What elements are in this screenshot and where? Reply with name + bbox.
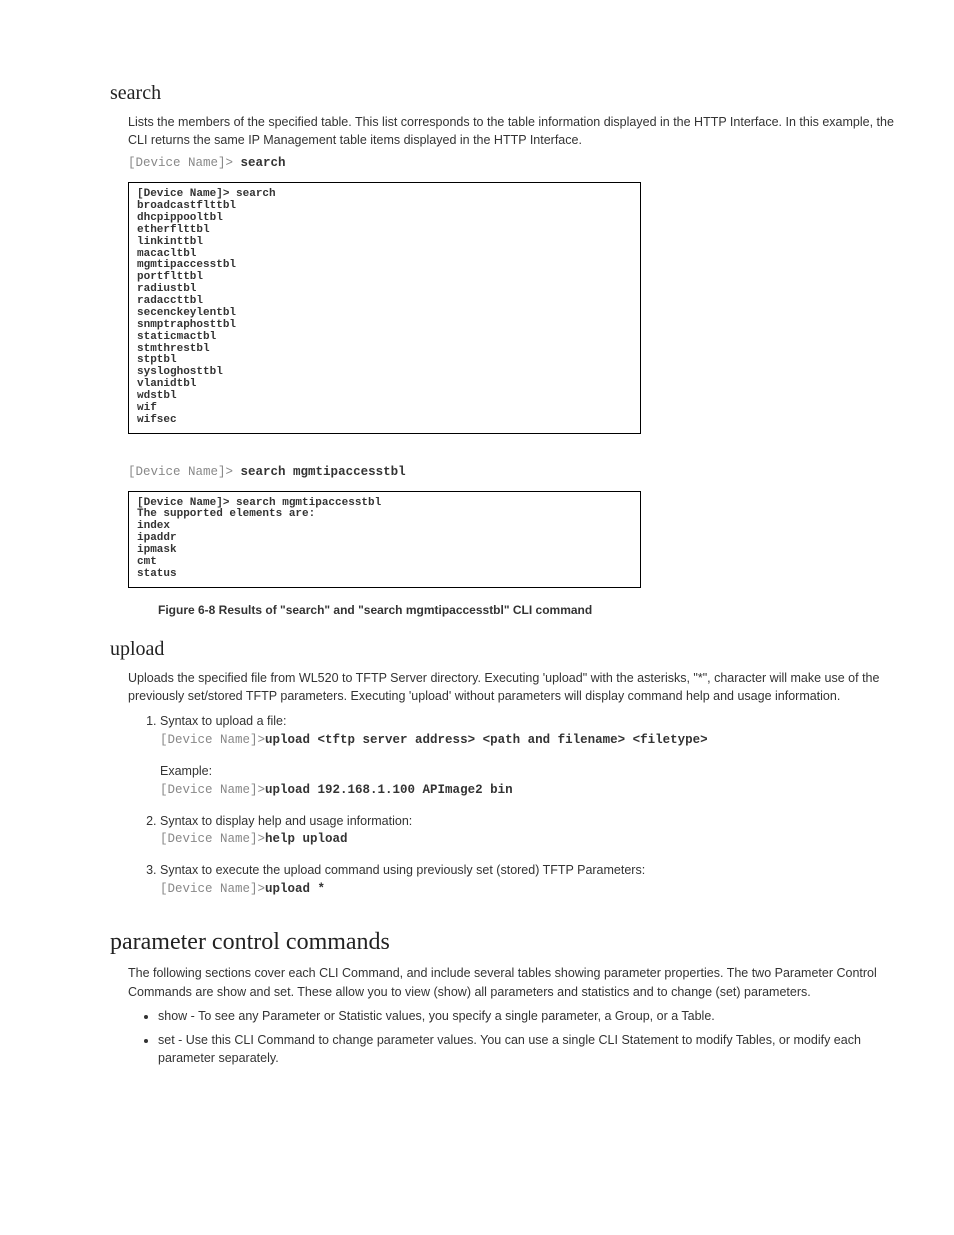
command: upload 192.168.1.100 APImage2 bin (265, 783, 513, 797)
item-label: Syntax to upload a file: (160, 714, 286, 728)
prompt: [Device Name]> (160, 882, 265, 896)
search-cmd1: [Device Name]> search (128, 155, 894, 172)
upload-item-3: Syntax to execute the upload command usi… (160, 862, 894, 898)
command: help upload (265, 832, 348, 846)
upload-intro: Uploads the specified file from WL520 to… (128, 669, 894, 705)
terminal-output-2: [Device Name]> search mgmtipaccesstbl Th… (128, 491, 641, 588)
upload-cmd1: [Device Name]>upload <tftp server addres… (160, 732, 894, 749)
upload-cmd2: [Device Name]>help upload (160, 831, 894, 848)
prompt: [Device Name]> (160, 733, 265, 747)
upload-example-cmd: [Device Name]>upload 192.168.1.100 APIma… (160, 782, 894, 799)
upload-item-1: Syntax to upload a file: [Device Name]>u… (160, 713, 894, 799)
search-cmd2: [Device Name]> search mgmtipaccesstbl (128, 464, 894, 481)
upload-item-2: Syntax to display help and usage informa… (160, 813, 894, 849)
search-intro: Lists the members of the specified table… (128, 113, 894, 149)
prompt: [Device Name]> (128, 465, 233, 479)
prompt: [Device Name]> (160, 783, 265, 797)
example-label: Example: (160, 763, 894, 780)
item-label: Syntax to execute the upload command usi… (160, 863, 645, 877)
command: upload <tftp server address> <path and f… (265, 733, 708, 747)
command: search mgmtipaccesstbl (241, 465, 406, 479)
prompt: [Device Name]> (128, 156, 233, 170)
terminal-output-1: [Device Name]> search broadcastflttbl dh… (128, 182, 641, 434)
command: upload * (265, 882, 325, 896)
bullet-set: set - Use this CLI Command to change par… (158, 1031, 894, 1067)
upload-heading: upload (110, 636, 894, 663)
upload-cmd3: [Device Name]>upload * (160, 881, 894, 898)
item-label: Syntax to display help and usage informa… (160, 814, 412, 828)
search-heading: search (110, 80, 894, 107)
command: search (241, 156, 286, 170)
pcc-heading: parameter control commands (110, 926, 894, 958)
figure-caption: Figure 6-8 Results of "search" and "sear… (158, 602, 894, 618)
bullet-show: show - To see any Parameter or Statistic… (158, 1007, 894, 1025)
pcc-intro: The following sections cover each CLI Co… (128, 964, 894, 1000)
prompt: [Device Name]> (160, 832, 265, 846)
